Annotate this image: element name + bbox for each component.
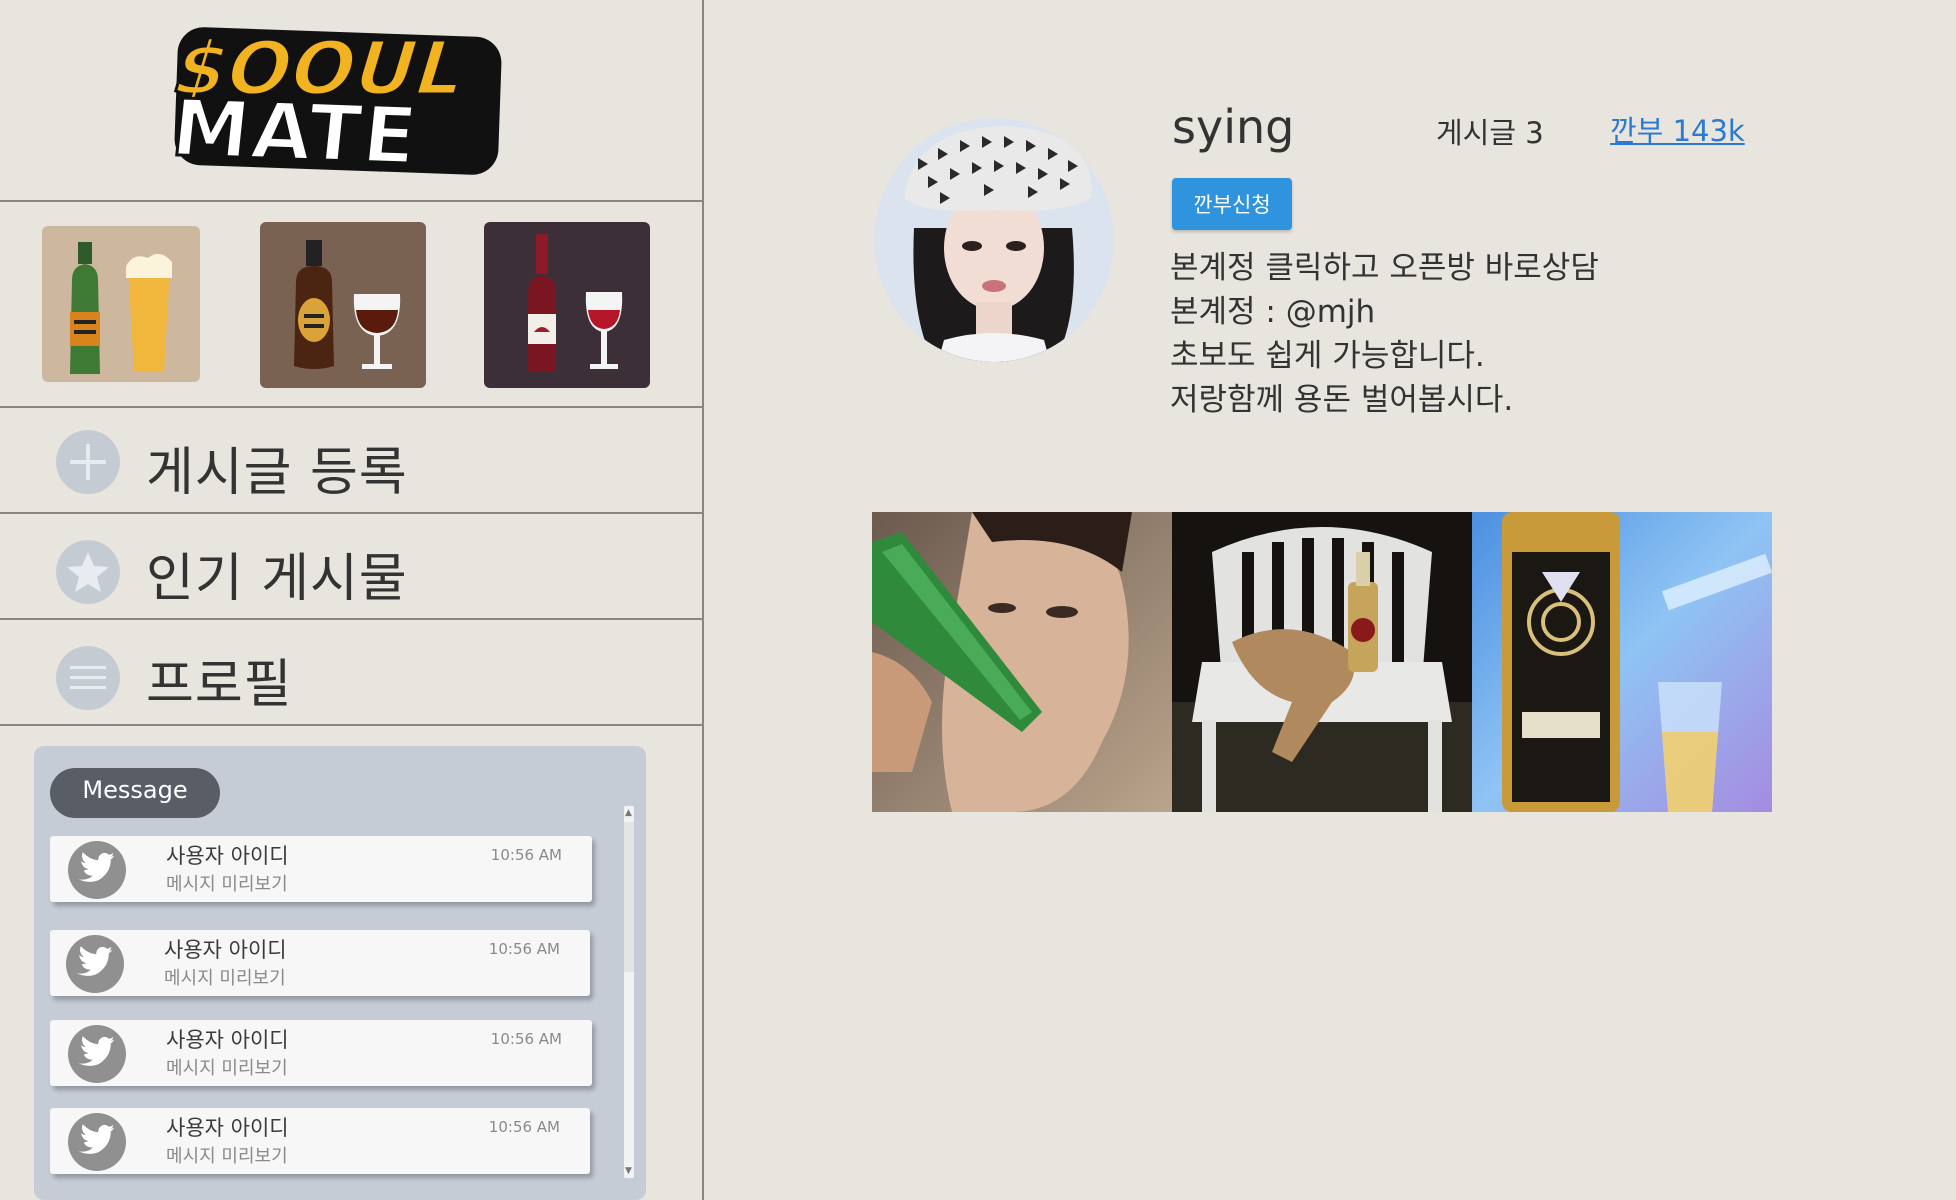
follow-request-button[interactable]: 깐부신청 bbox=[1172, 178, 1292, 230]
post-man-drinking-soju[interactable] bbox=[872, 512, 1172, 812]
message-preview: 메시지 미리보기 bbox=[166, 1058, 288, 1079]
message-preview: 메시지 미리보기 bbox=[164, 968, 286, 989]
nav-new-post-label: 게시글 등록 bbox=[146, 443, 408, 503]
menu-lines-icon bbox=[56, 646, 120, 710]
category-row bbox=[0, 202, 702, 408]
wine-bottle-and-glass-icon bbox=[484, 222, 650, 388]
whiskey-category[interactable] bbox=[260, 222, 426, 388]
bio-line: 본계정 클릭하고 오픈방 바로상담 bbox=[1170, 250, 1599, 286]
plus-icon bbox=[56, 430, 120, 494]
beer-category[interactable] bbox=[42, 226, 200, 382]
profile-followers-link[interactable]: 깐부 143k bbox=[1610, 108, 1745, 150]
message-scroll-thumb[interactable] bbox=[624, 822, 634, 972]
message-title-badge: Message bbox=[50, 768, 220, 818]
bio-line: 본계정 : @mjh bbox=[1170, 294, 1376, 330]
nav-profile-label: 프로필 bbox=[146, 655, 293, 715]
nav-profile[interactable]: 프로필 bbox=[0, 620, 702, 726]
scroll-down-arrow-icon[interactable]: ▼ bbox=[625, 1166, 632, 1176]
logo-line-2: MATE bbox=[166, 82, 424, 184]
message-user-id: 사용자 아이디 bbox=[166, 1116, 289, 1140]
profile-username: sying bbox=[1172, 100, 1295, 154]
post-dog-on-chair[interactable] bbox=[1172, 512, 1472, 812]
bio-line: 초보도 쉽게 가능합니다. bbox=[1170, 338, 1485, 374]
bird-icon bbox=[66, 935, 124, 993]
nav-new-post[interactable]: 게시글 등록 bbox=[0, 408, 702, 514]
message-item[interactable]: 사용자 아이디 메시지 미리보기 10:56 AM bbox=[50, 1108, 590, 1174]
star-icon bbox=[56, 540, 120, 604]
app-logo[interactable]: $OOUL MATE bbox=[166, 24, 504, 184]
message-item[interactable]: 사용자 아이디 메시지 미리보기 10:56 AM bbox=[50, 930, 590, 996]
message-preview: 메시지 미리보기 bbox=[166, 874, 288, 895]
profile-avatar[interactable] bbox=[874, 118, 1114, 362]
message-user-id: 사용자 아이디 bbox=[166, 1028, 289, 1052]
nav-popular-label: 인기 게시물 bbox=[146, 549, 408, 609]
whiskey-bottle-and-glass-icon bbox=[260, 222, 426, 388]
beer-bottle-and-glass-icon bbox=[42, 226, 200, 382]
message-time: 10:56 AM bbox=[490, 1030, 562, 1048]
bird-icon bbox=[68, 1113, 126, 1171]
sidebar: $OOUL MATE 게시글 등록 인기 게시물 프로필 Message 사용자… bbox=[0, 0, 704, 1200]
message-time: 10:56 AM bbox=[490, 846, 562, 864]
message-time: 10:56 AM bbox=[488, 940, 560, 958]
message-panel: Message 사용자 아이디 메시지 미리보기 10:56 AM 사용자 아이… bbox=[34, 746, 646, 1200]
message-user-id: 사용자 아이디 bbox=[166, 844, 289, 868]
logo-area: $OOUL MATE bbox=[0, 0, 702, 202]
message-preview: 메시지 미리보기 bbox=[166, 1146, 288, 1167]
message-scrollbar[interactable]: ▲ ▼ bbox=[624, 806, 634, 1178]
scroll-up-arrow-icon[interactable]: ▲ bbox=[625, 808, 632, 818]
nav-popular[interactable]: 인기 게시물 bbox=[0, 514, 702, 620]
message-time: 10:56 AM bbox=[488, 1118, 560, 1136]
bird-icon bbox=[68, 841, 126, 899]
message-item[interactable]: 사용자 아이디 메시지 미리보기 10:56 AM bbox=[50, 1020, 592, 1086]
bio-line: 저랑함께 용돈 벌어봅시다. bbox=[1170, 382, 1514, 418]
profile-post-count: 게시글 3 bbox=[1436, 116, 1544, 150]
message-item[interactable]: 사용자 아이디 메시지 미리보기 10:56 AM bbox=[50, 836, 592, 902]
post-won-soju-bottle[interactable] bbox=[1472, 512, 1772, 812]
profile-bio: 본계정 클릭하고 오픈방 바로상담 본계정 : @mjh 초보도 쉽게 가능합니… bbox=[1170, 246, 1599, 422]
wine-category[interactable] bbox=[484, 222, 650, 388]
message-user-id: 사용자 아이디 bbox=[164, 938, 287, 962]
bird-icon bbox=[68, 1025, 126, 1083]
